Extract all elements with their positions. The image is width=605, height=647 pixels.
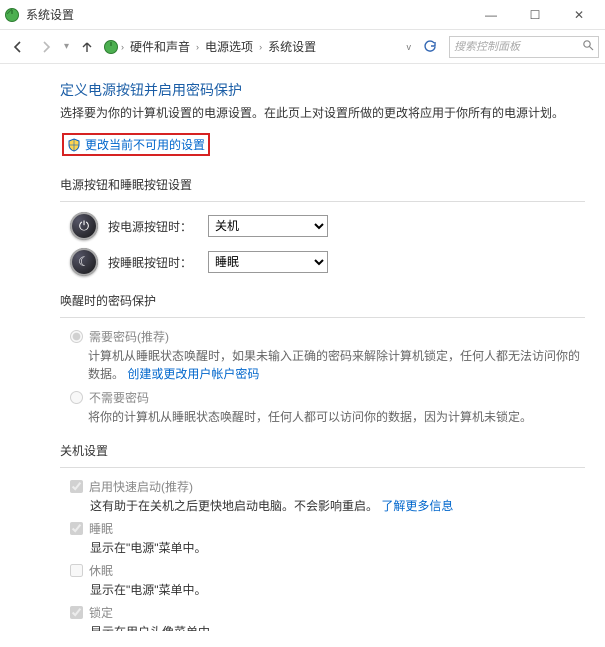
sleep-button-select[interactable]: 睡眠 bbox=[208, 251, 328, 273]
page-description: 选择要为你的计算机设置的电源设置。在此页上对设置所做的更改将应用于你所有的电源计… bbox=[60, 104, 585, 121]
checkbox-input[interactable] bbox=[70, 522, 83, 535]
fast-startup-desc: 这有助于在关机之后更快地启动电脑。不会影响重启。 了解更多信息 bbox=[90, 497, 585, 514]
checkbox-hibernate[interactable]: 休眠 bbox=[70, 562, 585, 579]
power-icon: ⏻ bbox=[70, 212, 98, 240]
wake-password-group: 需要密码(推荐) 计算机从睡眠状态唤醒时，如果未输入正确的密码来解除计算机锁定，… bbox=[70, 328, 585, 426]
chevron-right-icon: › bbox=[196, 42, 199, 52]
unlock-settings-row: 更改当前不可用的设置 bbox=[60, 131, 212, 158]
checkbox-label: 休眠 bbox=[89, 562, 113, 579]
navigation-bar: ▾ › 硬件和声音 › 电源选项 › 系统设置 v bbox=[0, 30, 605, 64]
radio-no-password[interactable]: 不需要密码 bbox=[70, 389, 585, 406]
page-content: 定义电源按钮并启用密码保护 选择要为你的计算机设置的电源设置。在此页上对设置所做… bbox=[0, 64, 605, 647]
arrow-left-icon bbox=[11, 40, 25, 54]
maximize-icon: ☐ bbox=[530, 8, 541, 22]
chevron-right-icon: › bbox=[121, 42, 124, 52]
checkbox-lock[interactable]: 锁定 bbox=[70, 604, 585, 621]
refresh-button[interactable] bbox=[419, 36, 441, 58]
checkbox-input[interactable] bbox=[70, 480, 83, 493]
back-button[interactable] bbox=[6, 35, 30, 59]
forward-button[interactable] bbox=[34, 35, 58, 59]
radio-label: 需要密码(推荐) bbox=[89, 328, 169, 345]
refresh-icon bbox=[423, 40, 437, 54]
search-icon bbox=[582, 39, 594, 54]
section-title-buttons: 电源按钮和睡眠按钮设置 bbox=[60, 176, 585, 193]
title-bar: 系统设置 — ☐ ✕ bbox=[0, 0, 605, 30]
no-password-desc: 将你的计算机从睡眠状态唤醒时，任何人都可以访问你的数据，因为计算机未锁定。 bbox=[88, 408, 585, 426]
divider bbox=[60, 467, 585, 468]
breadcrumb-dropdown[interactable]: v bbox=[403, 42, 416, 52]
window-title: 系统设置 bbox=[26, 6, 469, 23]
create-password-link[interactable]: 创建或更改用户帐户密码 bbox=[127, 367, 259, 381]
radio-need-password[interactable]: 需要密码(推荐) bbox=[70, 328, 585, 345]
arrow-right-icon bbox=[39, 40, 53, 54]
checkbox-input[interactable] bbox=[70, 606, 83, 619]
unlock-settings-link[interactable]: 更改当前不可用的设置 bbox=[85, 136, 205, 153]
breadcrumb-segment[interactable]: 系统设置 bbox=[264, 36, 320, 57]
need-password-desc: 计算机从睡眠状态唤醒时，如果未输入正确的密码来解除计算机锁定，任何人都无法访问你… bbox=[88, 347, 585, 383]
checkbox-label: 启用快速启动(推荐) bbox=[89, 478, 193, 495]
history-dropdown[interactable]: ▾ bbox=[64, 41, 69, 52]
divider bbox=[60, 201, 585, 202]
sleep-icon: ☾ bbox=[70, 248, 98, 276]
maximize-button[interactable]: ☐ bbox=[513, 1, 557, 29]
up-button[interactable] bbox=[75, 35, 99, 59]
radio-label: 不需要密码 bbox=[89, 389, 149, 406]
power-button-select[interactable]: 关机 bbox=[208, 215, 328, 237]
page-heading: 定义电源按钮并启用密码保护 bbox=[60, 80, 585, 100]
breadcrumb-segment[interactable]: 硬件和声音 bbox=[126, 36, 194, 57]
arrow-up-icon bbox=[80, 40, 94, 54]
shield-icon bbox=[67, 138, 81, 152]
close-button[interactable]: ✕ bbox=[557, 1, 601, 29]
divider bbox=[60, 317, 585, 318]
section-title-shutdown: 关机设置 bbox=[60, 442, 585, 459]
power-button-row: ⏻ 按电源按钮时： 关机 bbox=[70, 212, 585, 240]
radio-input[interactable] bbox=[70, 391, 83, 404]
minimize-icon: — bbox=[485, 8, 497, 22]
highlight-box: 更改当前不可用的设置 bbox=[62, 133, 210, 156]
minimize-button[interactable]: — bbox=[469, 1, 513, 29]
checkbox-label: 锁定 bbox=[89, 604, 113, 621]
radio-input[interactable] bbox=[70, 330, 83, 343]
search-input[interactable] bbox=[454, 41, 582, 53]
sleep-button-label: 按睡眠按钮时： bbox=[108, 254, 198, 271]
breadcrumb-segment[interactable]: 电源选项 bbox=[201, 36, 257, 57]
chevron-right-icon: › bbox=[259, 42, 262, 52]
app-icon bbox=[4, 7, 20, 23]
control-panel-icon bbox=[103, 39, 119, 55]
lock-desc: 显示在用户头像菜单中。 bbox=[90, 623, 585, 631]
hibernate-desc: 显示在"电源"菜单中。 bbox=[90, 581, 585, 598]
close-icon: ✕ bbox=[574, 8, 584, 22]
checkbox-fast-startup[interactable]: 启用快速启动(推荐) bbox=[70, 478, 585, 495]
desc-text: 这有助于在关机之后更快地启动电脑。不会影响重启。 bbox=[90, 499, 378, 513]
power-button-label: 按电源按钮时： bbox=[108, 218, 198, 235]
sleep-button-row: ☾ 按睡眠按钮时： 睡眠 bbox=[70, 248, 585, 276]
checkbox-input[interactable] bbox=[70, 564, 83, 577]
learn-more-link[interactable]: 了解更多信息 bbox=[381, 499, 453, 513]
search-box[interactable] bbox=[449, 36, 599, 58]
section-title-wake: 唤醒时的密码保护 bbox=[60, 292, 585, 309]
breadcrumb[interactable]: › 硬件和声音 › 电源选项 › 系统设置 v bbox=[103, 36, 415, 57]
sleep-desc: 显示在"电源"菜单中。 bbox=[90, 539, 585, 556]
